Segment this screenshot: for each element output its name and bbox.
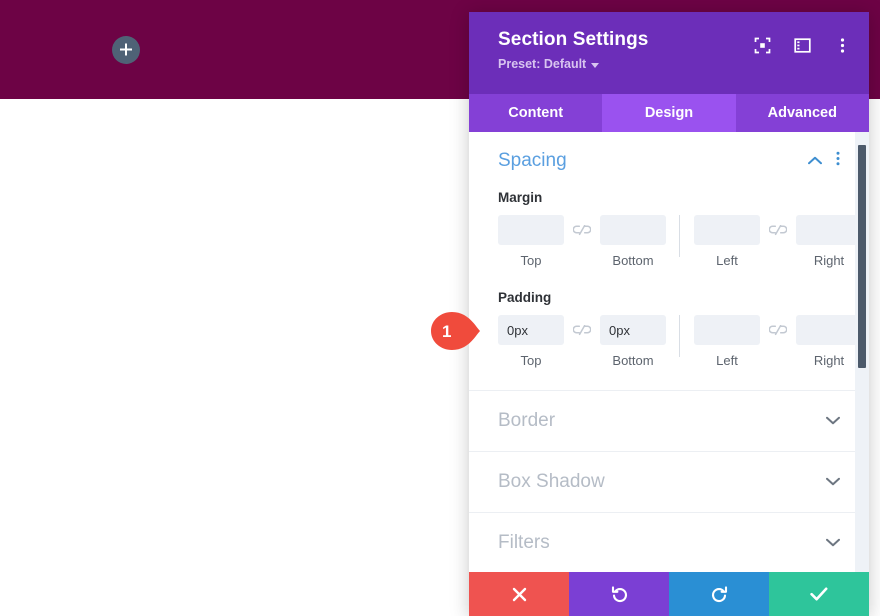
section-border-header[interactable]: Border — [498, 391, 840, 451]
padding-top-input[interactable] — [498, 315, 564, 345]
section-spacing-header[interactable]: Spacing — [498, 132, 840, 190]
padding-inputs-row: Top — [498, 315, 862, 368]
chevron-down-icon[interactable] — [826, 412, 840, 430]
tab-content[interactable]: Content — [469, 94, 603, 132]
margin-right-caption: Right — [813, 253, 845, 268]
broken-link-icon — [769, 224, 787, 235]
screenshot-canvas: Section Settings Preset: Default Content… — [0, 0, 880, 616]
panel-layout-icon[interactable] — [793, 36, 811, 54]
padding-horizontal-pair: Left Right — [694, 315, 862, 368]
save-button[interactable] — [769, 572, 869, 616]
section-filters: Filters — [469, 513, 869, 572]
margin-right-cell: Right — [796, 215, 862, 268]
margin-left-cell: Left — [694, 215, 760, 268]
broken-link-icon — [573, 224, 591, 235]
checkmark-icon — [810, 587, 828, 601]
plus-icon — [120, 43, 132, 56]
modal-header: Section Settings Preset: Default — [469, 12, 869, 94]
margin-horizontal-pair: Left Right — [694, 215, 862, 268]
margin-inputs-row: Top Bottom Left Right — [498, 215, 862, 268]
margin-left-caption: Left — [716, 253, 738, 268]
padding-pair-divider — [679, 315, 680, 357]
padding-vertical-link-toggle[interactable] — [564, 315, 600, 345]
broken-link-icon — [769, 324, 787, 335]
close-x-icon — [512, 587, 526, 601]
settings-scrollbar-thumb[interactable] — [858, 145, 866, 368]
padding-horizontal-link-toggle[interactable] — [760, 315, 796, 345]
callout-pin-icon — [431, 312, 480, 350]
caret-down-icon — [591, 62, 600, 68]
callout-number: 1 — [442, 321, 452, 341]
expand-focus-icon[interactable] — [753, 36, 771, 54]
preset-selector[interactable]: Preset: Default — [498, 57, 600, 71]
padding-top-caption: Top — [520, 353, 542, 368]
section-filters-title: Filters — [498, 532, 550, 553]
padding-right-input[interactable] — [796, 315, 862, 345]
margin-bottom-cell: Bottom — [600, 215, 666, 268]
section-spacing: Spacing Margin Top Bottom Left Right Pad… — [469, 132, 869, 391]
padding-top-cell: Top — [498, 315, 564, 368]
section-filters-header[interactable]: Filters — [498, 513, 840, 572]
chevron-down-icon[interactable] — [826, 473, 840, 491]
broken-link-icon — [573, 324, 591, 335]
margin-left-input[interactable] — [694, 215, 760, 245]
margin-horizontal-link-toggle[interactable] — [760, 215, 796, 245]
modal-body: Spacing Margin Top Bottom Left Right Pad… — [469, 132, 869, 572]
padding-bottom-caption: Bottom — [612, 353, 654, 368]
margin-top-caption: Top — [520, 253, 542, 268]
section-border-title: Border — [498, 410, 556, 431]
margin-pair-divider — [679, 215, 680, 257]
padding-right-caption: Right — [813, 353, 845, 368]
margin-vertical-pair: Top Bottom — [498, 215, 666, 268]
settings-scroll-area: Spacing Margin Top Bottom Left Right Pad… — [469, 132, 869, 572]
section-box-shadow-header[interactable]: Box Shadow — [498, 452, 840, 512]
margin-bottom-input[interactable] — [600, 215, 666, 245]
padding-bottom-cell: Bottom — [600, 315, 666, 368]
field-margin-label: Margin — [498, 190, 543, 205]
more-options-icon[interactable] — [836, 151, 840, 171]
margin-right-input[interactable] — [796, 215, 862, 245]
padding-left-cell: Left — [694, 315, 760, 368]
tab-design[interactable]: Design — [602, 94, 736, 132]
margin-bottom-caption: Bottom — [612, 253, 654, 268]
cancel-button[interactable] — [469, 572, 569, 616]
field-padding-label: Padding — [498, 290, 552, 305]
redo-icon — [711, 585, 727, 602]
padding-bottom-input[interactable] — [600, 315, 666, 345]
modal-footer — [469, 572, 869, 616]
redo-button[interactable] — [669, 572, 769, 616]
callout-badge-1: 1 — [429, 310, 485, 352]
chevron-down-icon[interactable] — [826, 534, 840, 552]
more-options-icon[interactable] — [833, 36, 851, 54]
section-spacing-title: Spacing — [498, 150, 567, 171]
padding-vertical-pair: Top — [498, 315, 666, 368]
preset-label: Preset: Default — [498, 57, 587, 71]
margin-vertical-link-toggle[interactable] — [564, 215, 600, 245]
section-settings-modal: Section Settings Preset: Default Content… — [469, 12, 869, 616]
section-box-shadow-title: Box Shadow — [498, 471, 605, 492]
undo-button[interactable] — [569, 572, 669, 616]
margin-top-cell: Top — [498, 215, 564, 268]
header-actions — [753, 36, 851, 54]
section-box-shadow: Box Shadow — [469, 452, 869, 513]
settings-scrollbar-track[interactable] — [855, 132, 869, 572]
section-border: Border — [469, 391, 869, 452]
field-padding: Padding Top — [498, 290, 862, 390]
modal-tabs: Content Design Advanced — [469, 94, 869, 132]
chevron-up-icon[interactable] — [808, 152, 822, 170]
padding-left-input[interactable] — [694, 315, 760, 345]
field-margin: Margin Top Bottom Left Right — [498, 190, 862, 290]
undo-icon — [611, 585, 627, 602]
padding-left-caption: Left — [716, 353, 738, 368]
padding-right-cell: Right — [796, 315, 862, 368]
add-section-button[interactable] — [112, 36, 140, 64]
section-spacing-tools — [808, 151, 840, 171]
tab-advanced[interactable]: Advanced — [735, 94, 869, 132]
margin-top-input[interactable] — [498, 215, 564, 245]
